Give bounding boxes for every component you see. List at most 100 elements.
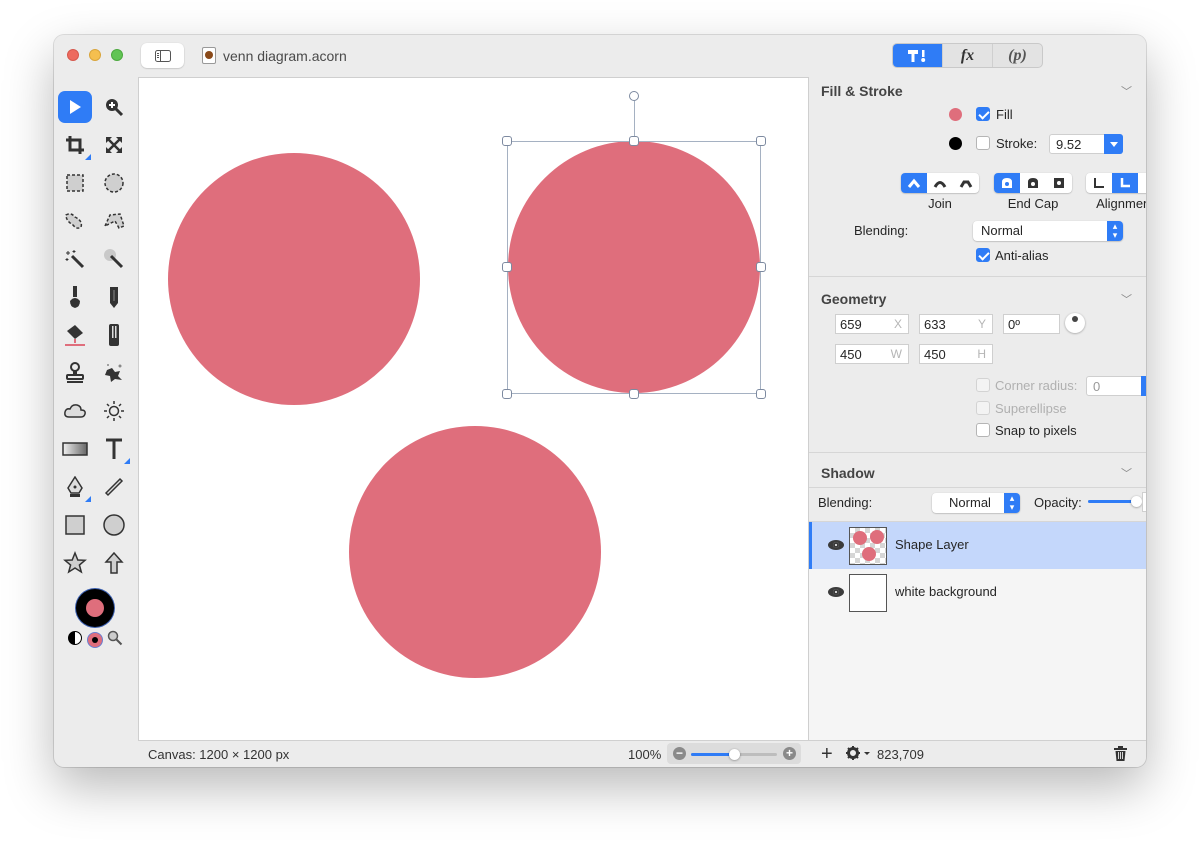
pencil-tool[interactable] [97,281,131,313]
instant-alpha-tool[interactable] [97,243,131,275]
text-tool[interactable] [97,433,131,465]
resize-handle-bottom-left[interactable] [502,389,512,399]
join-bevel-button[interactable] [953,173,979,193]
resize-handle-left[interactable] [502,262,512,272]
oval-tool[interactable] [97,509,131,541]
minimize-window-button[interactable] [89,49,101,61]
select-tool[interactable] [58,91,92,123]
anti-alias-checkbox[interactable] [976,248,990,262]
stroke-fill-color-well[interactable] [76,589,114,627]
chevron-down-icon[interactable] [1104,134,1123,154]
resize-handle-bottom-right[interactable] [756,389,766,399]
x-position-field[interactable]: 659 X [835,314,909,334]
circle-shape-bottom[interactable] [349,426,601,678]
arrow-shape-tool[interactable] [97,547,131,579]
align-outside-button[interactable] [1138,173,1146,193]
stroke-width-combo[interactable]: 9.52 [1049,134,1123,154]
swap-colors-button[interactable] [68,631,82,645]
pen-tool[interactable] [58,471,92,503]
fill-stroke-collapse-icon[interactable]: ﹀ [1121,83,1132,99]
clone-stamp-tool[interactable] [58,357,92,389]
canvas[interactable] [138,77,809,740]
tab-plugins[interactable]: (p) [993,44,1042,67]
smudge-tool[interactable] [97,357,131,389]
rotation-dial[interactable] [1065,313,1085,333]
shadow-blending-popup[interactable]: Normal ▴ ▾ [932,493,1020,513]
color-picker-button[interactable] [107,630,123,649]
opacity-field[interactable]: 100% [1142,492,1146,512]
delete-layer-button[interactable] [1114,746,1127,764]
stroke-color-swatch[interactable] [949,137,962,150]
ellipse-select-tool[interactable] [97,167,131,199]
superellipse-checkbox[interactable] [976,401,990,415]
polygon-lasso-tool[interactable] [97,205,131,237]
resize-handle-bottom[interactable] [629,389,639,399]
opacity-slider-knob[interactable] [1130,496,1142,507]
layer-thumbnail [849,527,887,565]
geometry-collapse-icon[interactable]: ﹀ [1121,291,1132,307]
shadow-collapse-icon[interactable]: ﹀ [1121,465,1132,481]
lasso-tool[interactable] [58,205,92,237]
eye-icon[interactable] [828,587,844,597]
circle-shape-left[interactable] [168,153,420,405]
eye-icon[interactable] [828,540,844,550]
close-window-button[interactable] [67,49,79,61]
join-miter-button[interactable] [901,173,927,193]
add-layer-button[interactable]: + [821,744,833,764]
resize-handle-right[interactable] [756,262,766,272]
paint-bucket-tool[interactable] [58,319,92,351]
sidebar-toggle-button[interactable] [141,43,184,68]
resize-handle-top-right[interactable] [756,136,766,146]
chevron-down-icon[interactable] [1141,376,1146,396]
cloud-tool[interactable] [58,395,92,427]
zoom-slider[interactable] [691,749,777,760]
rect-select-tool[interactable] [58,167,92,199]
snap-to-pixels-checkbox[interactable] [976,423,990,437]
layer-row[interactable]: Shape Layer [809,522,1146,569]
rectangle-tool[interactable] [58,509,92,541]
blending-popup[interactable]: Normal ▴ ▾ [973,221,1123,241]
crop-tool[interactable] [58,129,92,161]
end-cap-square-button[interactable] [1046,173,1072,193]
transform-tool[interactable] [97,129,131,161]
zoom-tool[interactable] [97,91,131,123]
default-colors-button[interactable] [88,633,102,647]
zoom-out-button[interactable]: − [673,747,686,760]
line-tool[interactable] [97,471,131,503]
brush-tool[interactable] [58,281,92,313]
zoom-in-button[interactable]: + [783,747,796,760]
title-bar: venn diagram.acorn fx (p) [54,35,1146,77]
layer-row[interactable]: white background [809,569,1146,616]
join-round-button[interactable] [927,173,953,193]
burn-dodge-tool[interactable] [97,395,131,427]
star-tool[interactable] [58,547,92,579]
end-cap-round-button[interactable] [1020,173,1046,193]
rotation-angle-field[interactable]: 0º [1003,314,1060,334]
gradient-tool[interactable] [58,433,92,465]
resize-handle-top[interactable] [629,136,639,146]
end-cap-butt-button[interactable] [994,173,1020,193]
layer-name: white background [895,584,997,599]
opacity-slider[interactable] [1088,496,1142,507]
eraser-tool[interactable] [97,319,131,351]
corner-radius-combo[interactable]: 0 [1086,376,1146,396]
bevel-join-icon [959,180,973,188]
fill-color-swatch[interactable] [949,108,962,121]
zoom-slider-knob[interactable] [728,749,740,760]
magic-wand-tool[interactable] [58,243,92,275]
align-inside-button[interactable] [1086,173,1112,193]
tab-filters[interactable]: fx [943,44,993,67]
y-position-field[interactable]: 633 Y [919,314,993,334]
layer-actions-button[interactable] [845,745,871,764]
zoom-window-button[interactable] [111,49,123,61]
align-center-button[interactable] [1112,173,1138,193]
sun-icon [104,401,124,421]
fill-checkbox[interactable] [976,107,990,121]
resize-handle-top-left[interactable] [502,136,512,146]
tab-tools[interactable] [893,44,943,67]
corner-radius-checkbox[interactable] [976,378,990,392]
height-field[interactable]: 450 H [919,344,993,364]
width-field[interactable]: 450 W [835,344,909,364]
stroke-checkbox[interactable] [976,136,990,150]
rotation-handle[interactable] [629,91,639,101]
